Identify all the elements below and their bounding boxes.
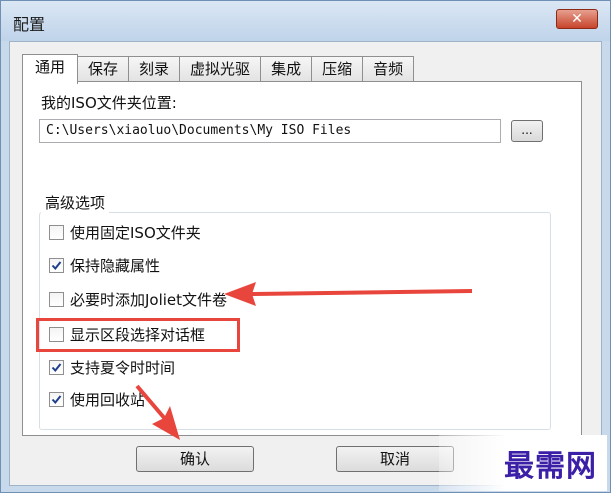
option-label: 保持隐藏属性 <box>70 256 161 275</box>
option-label: 必要时添加Joliet文件卷 <box>70 290 228 309</box>
option-use-recycle-bin[interactable]: 使用回收站 <box>49 388 145 410</box>
tab-compression[interactable]: 压缩 <box>311 56 364 82</box>
tab-strip: 通用 保存 刻录 虚拟光驱 集成 压缩 音频 <box>22 54 415 84</box>
checkbox[interactable] <box>49 257 64 273</box>
tab-audio[interactable]: 音频 <box>362 56 415 82</box>
checkbox[interactable] <box>49 391 64 407</box>
checkmark-icon <box>51 394 62 404</box>
close-button[interactable]: ✕ <box>556 9 598 29</box>
advanced-options-title: 高级选项 <box>41 192 110 213</box>
close-icon: ✕ <box>571 11 583 27</box>
tab-virtual-drive[interactable]: 虚拟光驱 <box>179 56 262 82</box>
title-bar[interactable]: 配置 ✕ <box>1 1 610 41</box>
iso-folder-path-input[interactable]: C:\Users\xiaoluo\Documents\My ISO Files <box>39 119 501 143</box>
option-keep-hidden-attr[interactable]: 保持隐藏属性 <box>49 254 160 276</box>
option-label: 使用固定ISO文件夹 <box>70 223 201 242</box>
option-label: 使用回收站 <box>70 390 146 409</box>
option-add-joliet[interactable]: 必要时添加Joliet文件卷 <box>49 288 227 310</box>
annotation-highlight-box <box>36 318 240 352</box>
dialog-title: 配置 <box>13 15 46 34</box>
tab-save[interactable]: 保存 <box>77 56 130 82</box>
checkbox[interactable] <box>49 291 64 307</box>
cancel-button[interactable]: 取消 <box>336 446 454 472</box>
tab-general[interactable]: 通用 <box>22 54 79 84</box>
config-dialog: 配置 ✕ 通用 保存 刻录 虚拟光驱 集成 压缩 音频 我的ISO文件夹位置: … <box>0 0 611 493</box>
tab-burn[interactable]: 刻录 <box>128 56 181 82</box>
checkmark-icon <box>51 362 62 372</box>
iso-folder-label: 我的ISO文件夹位置: <box>41 94 177 112</box>
dialog-body: 通用 保存 刻录 虚拟光驱 集成 压缩 音频 我的ISO文件夹位置: C:\Us… <box>9 41 602 486</box>
option-daylight-saving[interactable]: 支持夏令时时间 <box>49 356 175 378</box>
browse-button[interactable]: ... <box>511 120 543 142</box>
checkbox[interactable] <box>49 224 64 240</box>
site-watermark: 最需网 <box>439 435 607 491</box>
option-label: 支持夏令时时间 <box>70 358 176 377</box>
tab-integration[interactable]: 集成 <box>260 56 313 82</box>
general-tab-panel: 我的ISO文件夹位置: C:\Users\xiaoluo\Documents\M… <box>22 81 582 436</box>
checkmark-icon <box>51 260 62 270</box>
watermark-logo-text: 最需网 <box>504 449 597 484</box>
option-fixed-iso-folder[interactable]: 使用固定ISO文件夹 <box>49 221 201 243</box>
ok-button[interactable]: 确认 <box>136 446 254 472</box>
checkbox[interactable] <box>49 359 64 375</box>
